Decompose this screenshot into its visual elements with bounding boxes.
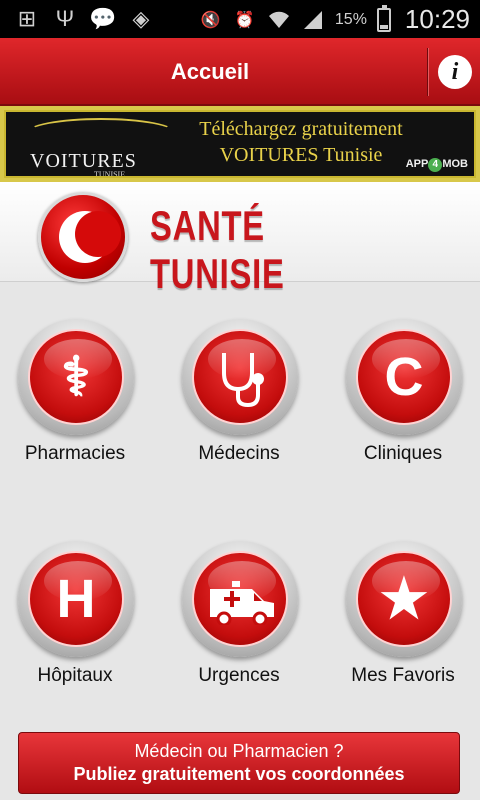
cliniques-button[interactable]: C (346, 319, 462, 435)
header-divider (427, 48, 428, 96)
tile-hopitaux[interactable]: H Hôpitaux (0, 505, 150, 686)
tile-label: Mes Favoris (351, 665, 455, 686)
caduceus-icon: ⚕ (61, 347, 91, 407)
signal-icon (301, 6, 325, 34)
cta-line-1: Médecin ou Pharmacien ? (134, 741, 344, 761)
ad-headline: Téléchargez gratuitement (199, 118, 403, 140)
hopitaux-button[interactable]: H (18, 541, 134, 657)
clock: 10:29 (404, 4, 470, 34)
tile-medecins[interactable]: Médecins (164, 283, 314, 464)
tile-label: Cliniques (363, 443, 443, 464)
ad-banner-content: VOITURES TUNISIE Téléchargez gratuitemen… (4, 110, 476, 178)
app-logo-banner: SANTÉ TUNISIE (0, 182, 480, 297)
page-title: Accueil (170, 59, 250, 84)
medecins-button[interactable] (182, 319, 298, 435)
mes-favoris-button[interactable]: ★ (346, 541, 462, 657)
checklist-icon: ◈ (132, 6, 150, 31)
stethoscope-icon (222, 353, 264, 408)
letter-c-icon: C (384, 347, 424, 407)
publish-coordinates-button[interactable]: Médecin ou Pharmacien ? Publiez gratuite… (18, 732, 460, 794)
crescent-logo-icon (38, 192, 128, 282)
battery-percent: 15% (334, 10, 367, 28)
letter-h-icon: H (56, 569, 96, 629)
mute-icon: 🔇 (200, 11, 221, 29)
battery-icon (376, 4, 391, 32)
pharmacies-button[interactable]: ⚕ (18, 319, 134, 435)
ad-banner[interactable]: VOITURES TUNISIE Téléchargez gratuitemen… (0, 106, 480, 182)
urgences-button[interactable] (182, 541, 298, 657)
app-header: Accueil i (0, 38, 480, 106)
tile-mes-favoris[interactable]: ★ Mes Favoris (328, 505, 478, 686)
alarm-icon: ⏰ (234, 11, 255, 29)
tag-four: 4 (428, 158, 443, 172)
ad-brand-sub: TUNISIE (94, 170, 126, 178)
add-notification-icon: ⊞ (17, 6, 37, 31)
status-left-icons: ⊞ Ψ 💬 ◈ (14, 6, 154, 32)
wifi-icon (267, 6, 291, 34)
status-bar: ⊞ Ψ 💬 ◈ 🔇 ⏰ 15% 10:29 (0, 0, 480, 38)
tile-pharmacies[interactable]: ⚕ Pharmacies (0, 283, 150, 464)
tile-urgences[interactable]: Urgences (164, 505, 314, 686)
cta-line-2: Publiez gratuitement vos coordonnées (73, 764, 405, 784)
tag-app: APP (405, 158, 429, 170)
ambulance-icon (210, 581, 274, 625)
category-grid: ⚕ Pharmacies Médecins C Cliniques H Hôpi… (0, 283, 480, 723)
status-right-icons: 🔇 ⏰ 15% 10:29 (199, 4, 470, 35)
app4mob-tag: APP 4 MOB (406, 158, 468, 172)
tile-label: Médecins (198, 443, 280, 464)
messenger-icon: 💬 (89, 6, 117, 31)
info-icon: i (451, 58, 459, 85)
star-icon: ★ (379, 569, 429, 629)
usb-icon: Ψ (55, 6, 75, 31)
tile-label: Urgences (198, 665, 280, 686)
tag-mob: MOB (442, 158, 468, 170)
tile-cliniques[interactable]: C Cliniques (328, 283, 478, 464)
info-button[interactable]: i (438, 55, 472, 89)
ad-subheadline: VOITURES Tunisie (219, 144, 383, 166)
car-outline-icon (26, 118, 176, 148)
